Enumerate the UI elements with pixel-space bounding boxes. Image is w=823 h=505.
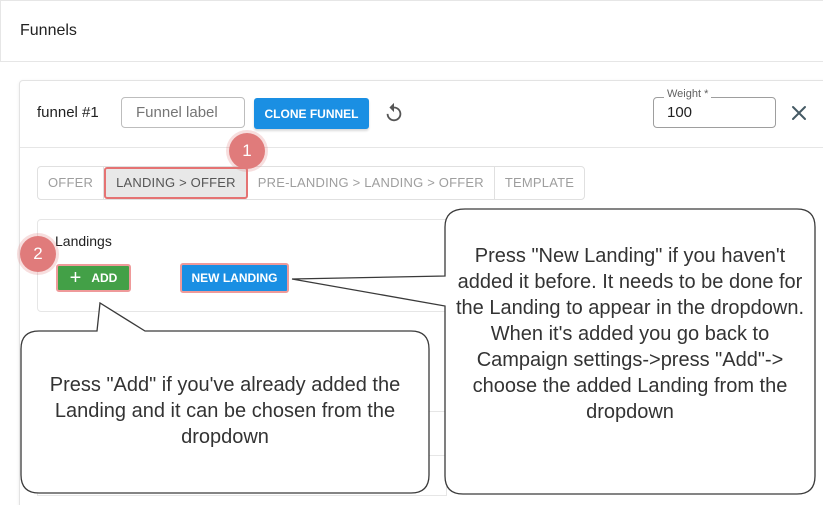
add-button-label: ADD [91,271,118,285]
divider [20,147,823,148]
step-badge-1: 1 [229,133,265,169]
funnel-label-input[interactable] [121,97,245,128]
section-header: Funnels [0,0,823,62]
tab-offer[interactable]: OFFER [38,167,105,199]
step-badge-2: 2 [20,236,56,272]
add-landing-button[interactable]: + ADD [56,264,131,292]
weight-value: 100 [667,104,693,121]
new-landing-button[interactable]: NEW LANDING [180,263,289,293]
page-title: Funnels [20,22,77,39]
plus-icon: + [69,267,82,289]
tab-landing-offer[interactable]: LANDING > OFFER [104,167,248,199]
funnel-name: funnel #1 [37,104,99,121]
tab-pre-landing-landing-offer[interactable]: PRE-LANDING > LANDING > OFFER [248,167,495,199]
page: Funnels funnel #1 CLONE FUNNEL Weight * … [0,0,823,505]
callout-add-text: Press "Add" if you've already added the … [49,374,401,448]
landings-title: Landings [55,233,112,249]
clone-funnel-button[interactable]: CLONE FUNNEL [254,98,369,129]
funnel-type-tabs: OFFER LANDING > OFFER PRE-LANDING > LAND… [37,166,586,200]
close-icon[interactable] [789,103,809,123]
tab-template[interactable]: TEMPLATE [495,167,584,199]
background-row [37,456,447,496]
callout-new-landing-text: Press "New Landing" if you haven't added… [455,245,805,423]
weight-label: Weight * [664,88,712,100]
refresh-icon[interactable] [383,102,405,124]
